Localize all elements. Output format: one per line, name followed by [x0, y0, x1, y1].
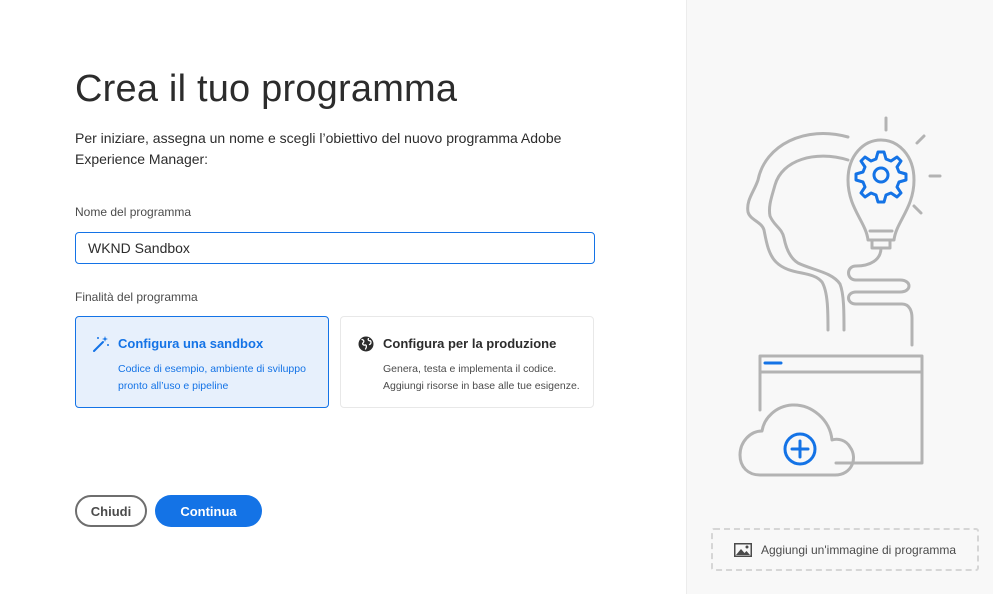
program-name-label: Nome del programma — [75, 205, 192, 219]
add-program-image-button[interactable]: Aggiungi un'immagine di programma — [711, 528, 979, 571]
program-purpose-label: Finalità del programma — [75, 290, 198, 304]
continue-button[interactable]: Continua — [155, 495, 262, 527]
main-panel: Crea il tuo programma Per iniziare, asse… — [0, 0, 686, 594]
page-title: Crea il tuo programma — [75, 68, 458, 110]
image-icon — [733, 542, 752, 557]
globe-icon — [357, 335, 375, 353]
production-option-description: Genera, testa e implementa il codice. Ag… — [383, 363, 580, 392]
magic-wand-icon — [92, 335, 110, 353]
add-program-image-label: Aggiungi un'immagine di programma — [760, 542, 957, 557]
production-option-card[interactable]: Configura per la produzione Genera, test… — [340, 316, 594, 408]
sandbox-option-card[interactable]: Configura una sandbox Codice di esempio,… — [75, 316, 329, 408]
production-option-title: Configura per la produzione — [383, 336, 557, 351]
program-name-input[interactable] — [75, 232, 595, 264]
intro-text: Per iniziare, assegna un nome e scegli l… — [75, 130, 562, 167]
sandbox-option-description: Codice di esempio, ambiente di sviluppo … — [118, 363, 306, 392]
sandbox-option-title: Configura una sandbox — [118, 336, 264, 351]
head-lightbulb-cloud-illustration — [738, 116, 942, 477]
close-button[interactable]: Chiudi — [75, 495, 147, 527]
